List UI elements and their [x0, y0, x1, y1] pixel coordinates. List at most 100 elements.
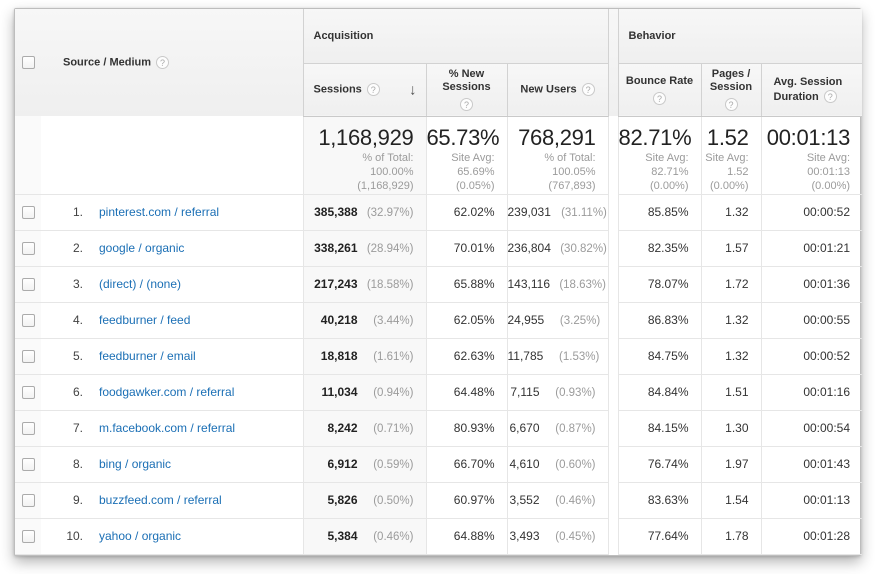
source-medium-link[interactable]: foodgawker.com / referral [99, 385, 234, 399]
avg-session-duration-cell: 00:00:52 [761, 338, 862, 374]
new-users-cell: 4,610(0.60%) [507, 446, 608, 482]
group-gap [608, 230, 618, 266]
summary-bounce-rate: 82.71% Site Avg: 82.71% (0.00%) [618, 116, 701, 194]
row-checkbox-cell [15, 410, 41, 446]
column-header-pct-new-sessions[interactable]: % New Sessions ? [426, 63, 507, 116]
group-gap [608, 374, 618, 410]
help-icon[interactable]: ? [725, 98, 738, 111]
source-medium-link[interactable]: m.facebook.com / referral [99, 421, 235, 435]
row-checkbox[interactable] [22, 458, 35, 471]
pages-session-cell: 1.32 [701, 194, 761, 230]
bounce-rate-cell: 78.07% [618, 266, 701, 302]
column-header-bounce-rate[interactable]: Bounce Rate ? [618, 63, 701, 116]
bounce-rate-cell: 82.35% [618, 230, 701, 266]
avg-session-duration-cell: 00:00:54 [761, 410, 862, 446]
row-checkbox[interactable] [22, 530, 35, 543]
pages-session-cell: 1.30 [701, 410, 761, 446]
sessions-cell: 40,218(3.44%) [303, 302, 426, 338]
sessions-cell: 217,243(18.58%) [303, 266, 426, 302]
source-medium-link[interactable]: buzzfeed.com / referral [99, 493, 222, 507]
help-icon[interactable]: ? [367, 83, 380, 96]
pages-session-cell: 1.72 [701, 266, 761, 302]
pct-new-sessions-cell: 62.63% [426, 338, 507, 374]
select-all-checkbox[interactable] [22, 56, 35, 69]
sessions-cell: 8,242(0.71%) [303, 410, 426, 446]
new-users-cell: 7,115(0.93%) [507, 374, 608, 410]
table-row: 4.feedburner / feed 40,218(3.44%) 62.05%… [15, 302, 862, 338]
row-index: 2. [41, 241, 83, 255]
source-medium-cell: 7. m.facebook.com / referral [41, 410, 303, 446]
row-checkbox[interactable] [22, 314, 35, 327]
summary-source-cell [41, 116, 303, 194]
pages-session-cell: 1.32 [701, 338, 761, 374]
avg-session-duration-cell: 00:01:28 [761, 518, 862, 554]
row-checkbox-cell [15, 482, 41, 518]
source-medium-cell: 5.feedburner / email [41, 338, 303, 374]
bounce-rate-cell: 84.15% [618, 410, 701, 446]
pages-session-cell: 1.51 [701, 374, 761, 410]
row-checkbox[interactable] [22, 494, 35, 507]
help-icon[interactable]: ? [156, 56, 169, 69]
row-checkbox[interactable] [22, 422, 35, 435]
pct-new-sessions-cell: 60.97% [426, 482, 507, 518]
pct-new-sessions-cell: 70.01% [426, 230, 507, 266]
table-row: 3.(direct) / (none) 217,243(18.58%) 65.8… [15, 266, 862, 302]
group-header-acquisition: Acquisition [303, 9, 608, 63]
column-header-new-users[interactable]: New Users? [507, 63, 608, 116]
summary-row: 1,168,929 % of Total: 100.00% (1,168,929… [15, 116, 862, 194]
select-all-cell [15, 9, 41, 116]
sessions-cell: 6,912(0.59%) [303, 446, 426, 482]
table-row: 7. m.facebook.com / referral 8,242(0.71%)… [15, 410, 862, 446]
row-checkbox[interactable] [22, 350, 35, 363]
row-checkbox[interactable] [22, 278, 35, 291]
table-row: 8.bing / organic 6,912(0.59%) 66.70% 4,6… [15, 446, 862, 482]
row-index: 10. [41, 529, 83, 543]
group-gap [608, 518, 618, 554]
analytics-table-card: Source / Medium? Acquisition Behavior Se… [14, 8, 861, 556]
pages-session-cell: 1.78 [701, 518, 761, 554]
sessions-cell: 11,034(0.94%) [303, 374, 426, 410]
summary-pages-session: 1.52 Site Avg: 1.52 (0.00%) [701, 116, 761, 194]
row-checkbox[interactable] [22, 386, 35, 399]
help-icon[interactable]: ? [460, 98, 473, 111]
row-checkbox[interactable] [22, 206, 35, 219]
column-header-sessions[interactable]: Sessions? ↓ [303, 63, 426, 116]
row-index: 3. [41, 277, 83, 291]
source-medium-link[interactable]: (direct) / (none) [99, 277, 181, 291]
source-medium-link[interactable]: google / organic [99, 241, 184, 255]
pages-session-cell: 1.57 [701, 230, 761, 266]
sessions-cell: 338,261(28.94%) [303, 230, 426, 266]
source-medium-link[interactable]: yahoo / organic [99, 529, 181, 543]
column-header-source-medium[interactable]: Source / Medium? [41, 9, 303, 116]
row-index: 7. [41, 421, 83, 435]
help-icon[interactable]: ? [824, 90, 837, 103]
summary-checkbox-cell [15, 116, 41, 194]
new-users-cell: 11,785(1.53%) [507, 338, 608, 374]
column-header-avg-session-duration[interactable]: Avg. Session Duration? [761, 63, 862, 116]
source-medium-cell: 10. yahoo / organic [41, 518, 303, 554]
row-checkbox-cell [15, 194, 41, 230]
source-medium-link[interactable]: bing / organic [99, 457, 171, 471]
source-medium-link[interactable]: feedburner / feed [99, 313, 190, 327]
bounce-rate-cell: 84.84% [618, 374, 701, 410]
row-checkbox-cell [15, 266, 41, 302]
group-gap [608, 9, 618, 116]
bounce-rate-cell: 84.75% [618, 338, 701, 374]
row-checkbox[interactable] [22, 242, 35, 255]
avg-session-duration-cell: 00:01:36 [761, 266, 862, 302]
row-index: 1. [41, 205, 83, 219]
help-icon[interactable]: ? [653, 92, 666, 105]
row-index: 8. [41, 457, 83, 471]
column-header-pages-session[interactable]: Pages / Session ? [701, 63, 761, 116]
table-row: 5.feedburner / email 18,818(1.61%) 62.63… [15, 338, 862, 374]
pages-session-cell: 1.32 [701, 302, 761, 338]
summary-new-users: 768,291 % of Total: 100.05% (767,893) [507, 116, 608, 194]
source-medium-cell: 1. pinterest.com / referral [41, 194, 303, 230]
source-medium-link[interactable]: feedburner / email [99, 349, 196, 363]
help-icon[interactable]: ? [582, 83, 595, 96]
group-gap [608, 194, 618, 230]
source-medium-link[interactable]: pinterest.com / referral [99, 205, 219, 219]
sort-descending-icon[interactable]: ↓ [409, 81, 417, 98]
source-medium-cell: 8. bing / organic [41, 446, 303, 482]
source-medium-label: Source / Medium [63, 56, 151, 68]
